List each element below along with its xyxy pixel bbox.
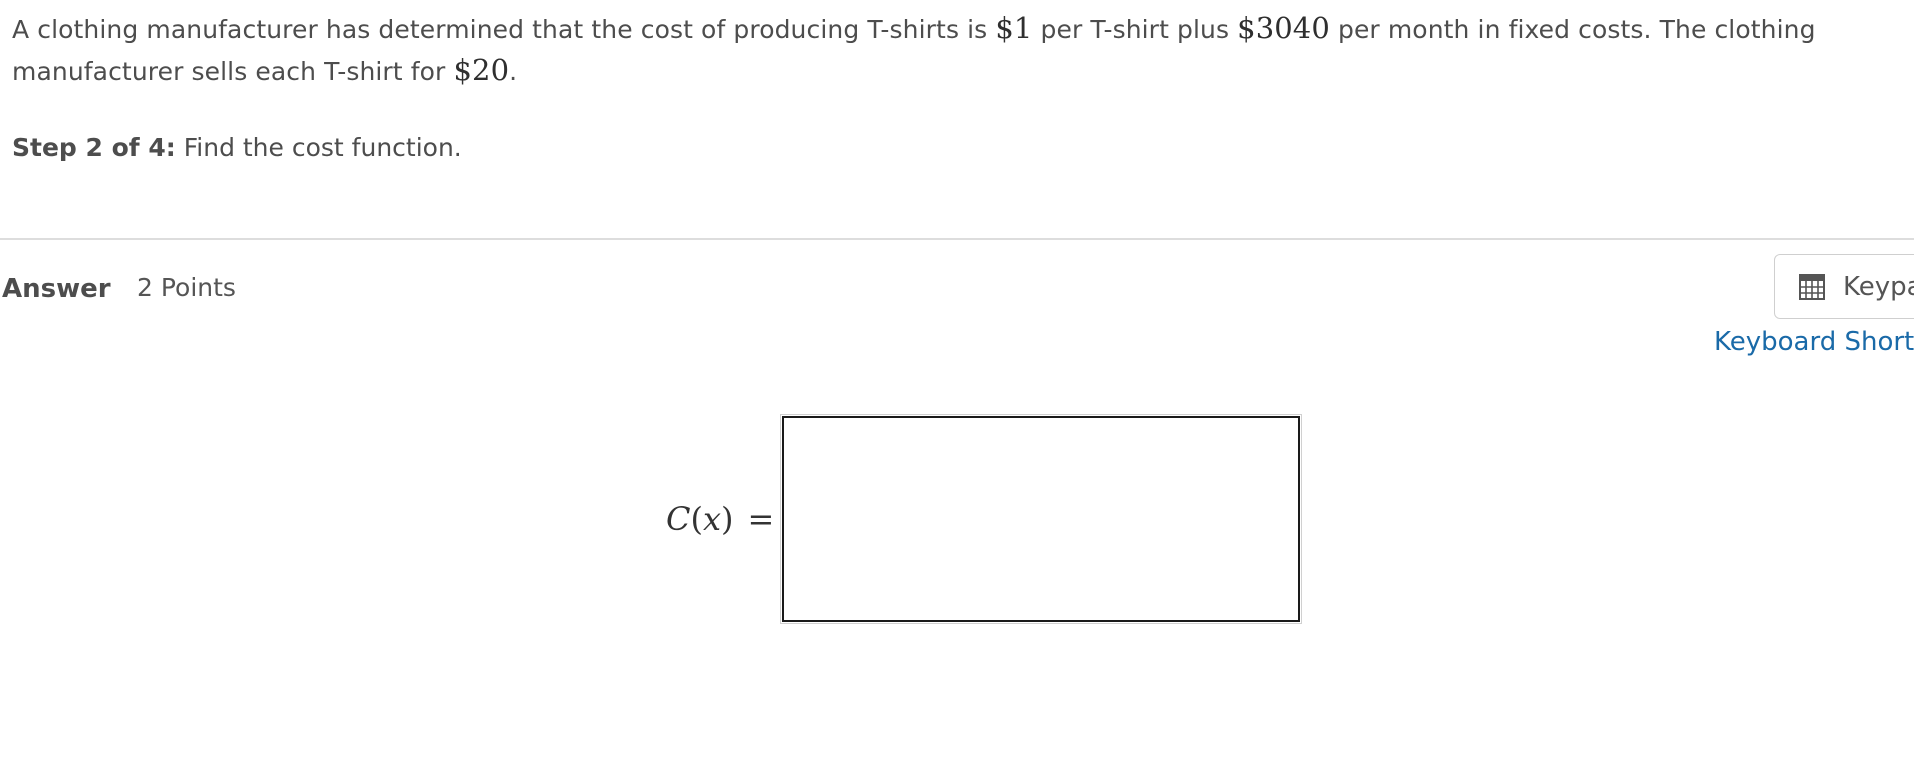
function-variable: x [702, 500, 722, 538]
price-value: $20 [453, 53, 510, 87]
problem-text-part: per T-shirt plus [1032, 15, 1238, 44]
open-paren: ( [690, 500, 703, 538]
cost-function-label: C(x) = [666, 497, 774, 541]
keypad-button[interactable]: Keypad [1774, 254, 1914, 319]
step-text: Find the cost function. [175, 133, 462, 162]
step-label: Step 2 of 4: [12, 133, 176, 162]
keypad-button-label: Keypad [1843, 271, 1914, 302]
fixed-cost-value: $3040 [1237, 11, 1330, 45]
answer-heading: Answer [2, 274, 111, 304]
function-name: C [666, 500, 691, 538]
step-instruction: Step 2 of 4: Find the cost function. [12, 128, 462, 168]
close-paren: ) [721, 500, 734, 538]
calculator-grid-icon [1799, 273, 1825, 300]
keyboard-shortcuts-link[interactable]: Keyboard Shortcuts [1714, 322, 1914, 362]
cost-function-input[interactable] [780, 414, 1302, 624]
points-label: 2 Points [137, 273, 236, 302]
unit-cost-value: $1 [995, 11, 1033, 45]
problem-text-part: . [509, 57, 518, 86]
section-divider [0, 238, 1914, 240]
equals-sign: = [747, 500, 775, 538]
problem-text-part: A clothing manufacturer has determined t… [12, 15, 996, 44]
problem-statement: A clothing manufacturer has determined t… [12, 8, 1892, 92]
